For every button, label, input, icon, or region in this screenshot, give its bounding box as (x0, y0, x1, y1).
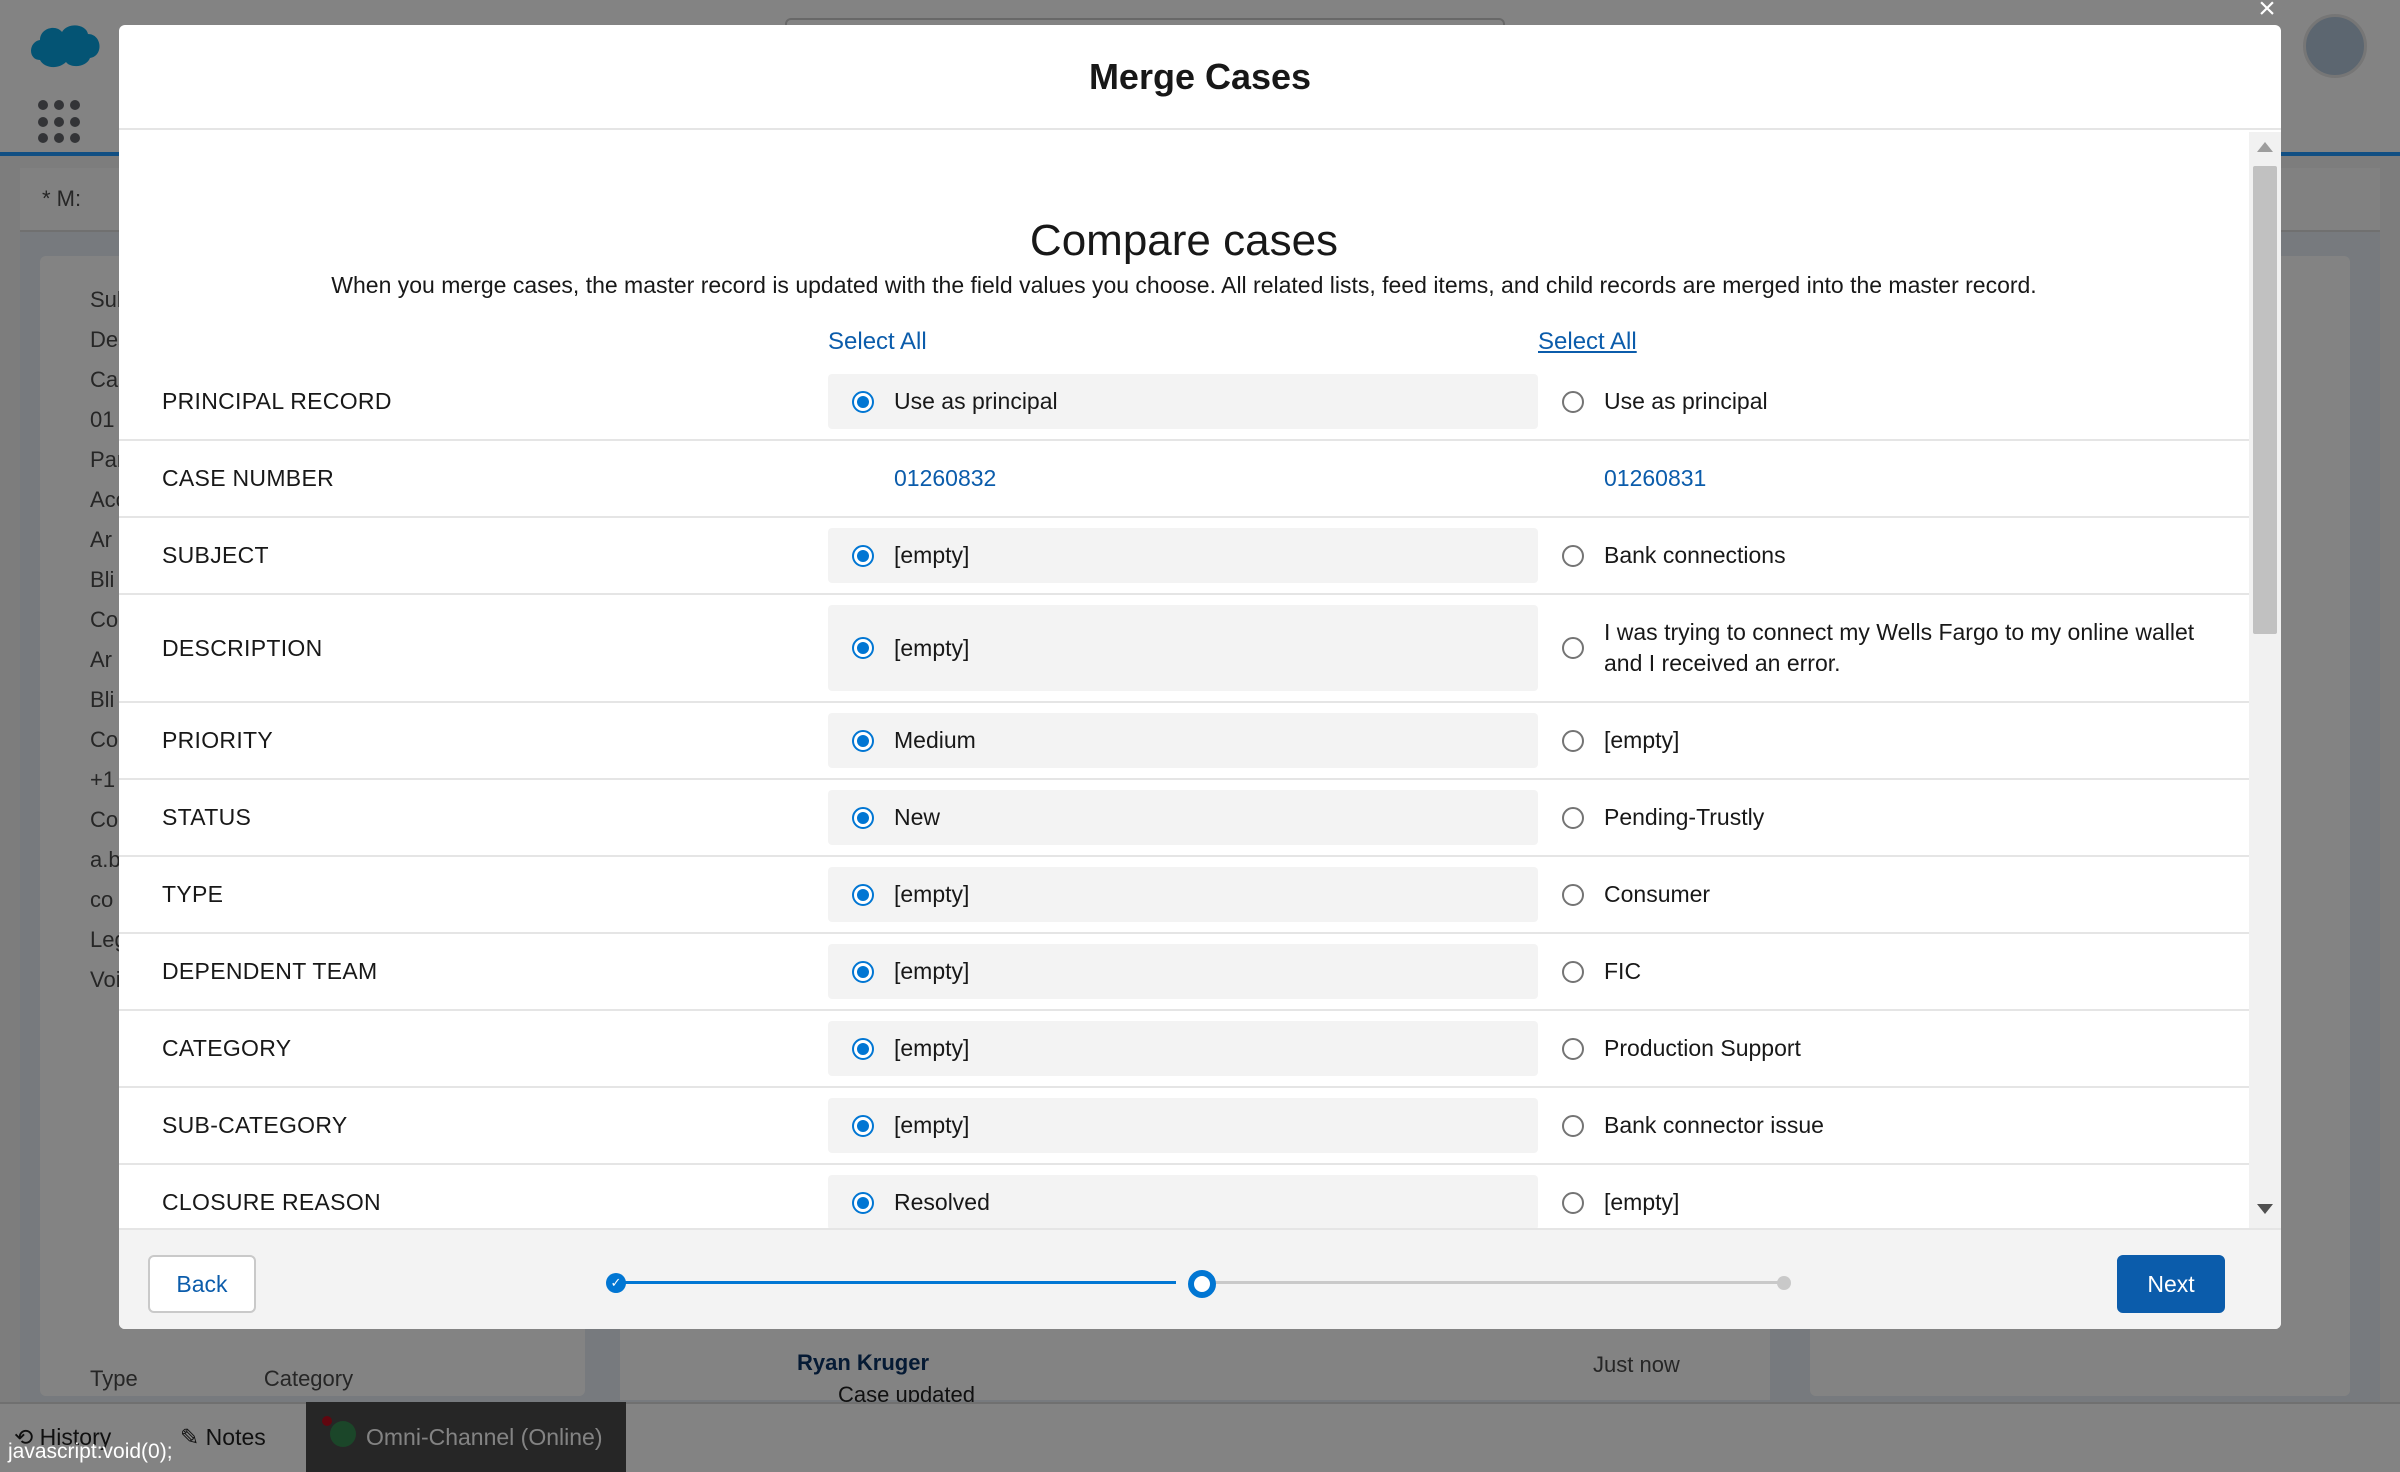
field-label: STATUS (162, 804, 252, 830)
radio-b[interactable] (1562, 637, 1584, 659)
radio-a-checked[interactable] (852, 1191, 874, 1214)
select-all-link-a[interactable]: Select All (828, 328, 927, 356)
radio-a-checked[interactable] (852, 544, 874, 567)
table-row: DESCRIPTION [empty] I was trying to conn… (119, 595, 2249, 703)
option-b-cell[interactable]: Pending-Trustly (1538, 780, 2249, 855)
option-b-cell[interactable]: I was trying to connect my Wells Fargo t… (1538, 595, 2249, 701)
radio-b[interactable] (1562, 729, 1584, 752)
merge-cases-modal: Merge Cases Compare cases When you merge… (119, 25, 2281, 1329)
option-a-cell[interactable]: Use as principal (828, 364, 1538, 439)
compare-title: Compare cases (1029, 216, 1339, 265)
radio-a-checked[interactable] (852, 1114, 874, 1137)
case-number-a[interactable]: 01260832 (828, 441, 1538, 516)
option-a-cell[interactable]: [empty] (828, 595, 1538, 701)
table-row: PRINCIPAL RECORD Use as principal Use as… (119, 364, 2249, 441)
next-button[interactable]: Next (2117, 1255, 2225, 1313)
field-label: TYPE (162, 881, 224, 907)
modal-title: Merge Cases (1088, 55, 1312, 97)
radio-a-checked[interactable] (852, 637, 874, 659)
option-a-cell[interactable]: New (828, 780, 1538, 855)
field-label: SUB-CATEGORY (162, 1112, 348, 1138)
option-b-cell[interactable]: Consumer (1538, 857, 2249, 932)
radio-a-checked[interactable] (852, 883, 874, 906)
step-complete-check-icon: ✓ (606, 1273, 626, 1293)
case-number-b[interactable]: 01260831 (1538, 441, 2249, 516)
field-label: PRINCIPAL RECORD (162, 388, 392, 414)
radio-b[interactable] (1562, 390, 1584, 413)
field-label: CASE NUMBER (162, 465, 334, 491)
modal-header: Merge Cases (119, 25, 2281, 130)
radio-b[interactable] (1562, 1037, 1584, 1060)
field-label: SUBJECT (162, 542, 269, 568)
option-b-cell[interactable]: Bank connections (1538, 518, 2249, 593)
radio-a-checked[interactable] (852, 1037, 874, 1060)
modal-footer: Back ✓ Next (119, 1228, 2281, 1329)
radio-b[interactable] (1562, 806, 1584, 829)
option-b-cell[interactable]: Production Support (1538, 1011, 2249, 1086)
compare-description: When you merge cases, the master record … (331, 272, 2037, 298)
option-a-cell[interactable]: [empty] (828, 1011, 1538, 1086)
table-row: PRIORITY Medium [empty] (119, 703, 2249, 780)
scroll-thumb[interactable] (2253, 166, 2277, 634)
option-b-cell[interactable]: Bank connector issue (1538, 1088, 2249, 1163)
select-all-link-b[interactable]: Select All (1538, 328, 1637, 356)
step-current-indicator (1188, 1270, 1216, 1298)
close-icon[interactable]: × (2252, 0, 2282, 24)
field-label: DEPENDENT TEAM (162, 958, 378, 984)
scroll-up-icon[interactable] (2257, 142, 2273, 152)
table-row: STATUS New Pending-Trustly (119, 780, 2249, 857)
field-label: CLOSURE REASON (162, 1189, 381, 1215)
progress-track-remaining (1201, 1281, 1781, 1284)
radio-a-checked[interactable] (852, 390, 874, 413)
table-row: CASE NUMBER 01260832 01260831 (119, 441, 2249, 518)
radio-b[interactable] (1562, 960, 1584, 983)
comparison-table: PRINCIPAL RECORD Use as principal Use as… (119, 364, 2249, 1228)
option-b-cell[interactable]: [empty] (1538, 1165, 2249, 1228)
step-upcoming-indicator (1777, 1276, 1791, 1290)
radio-b[interactable] (1562, 1114, 1584, 1137)
back-button[interactable]: Back (148, 1255, 256, 1313)
scroll-down-icon[interactable] (2257, 1204, 2273, 1214)
field-label: DESCRIPTION (162, 634, 323, 661)
option-a-cell[interactable]: [empty] (828, 518, 1538, 593)
radio-b[interactable] (1562, 544, 1584, 567)
table-row: DEPENDENT TEAM [empty] FIC (119, 934, 2249, 1011)
table-row: SUB-CATEGORY [empty] Bank connector issu… (119, 1088, 2249, 1165)
radio-a-checked[interactable] (852, 960, 874, 983)
radio-a-checked[interactable] (852, 806, 874, 829)
option-b-cell[interactable]: [empty] (1538, 703, 2249, 778)
option-b-cell[interactable]: Use as principal (1538, 364, 2249, 439)
radio-b[interactable] (1562, 883, 1584, 906)
field-label: PRIORITY (162, 727, 274, 753)
table-row: TYPE [empty] Consumer (119, 857, 2249, 934)
option-a-cell[interactable]: [empty] (828, 1088, 1538, 1163)
field-label: CATEGORY (162, 1035, 292, 1061)
status-bar-link: javascript:void(0); (8, 1440, 173, 1463)
radio-a-checked[interactable] (852, 729, 874, 752)
table-row: CATEGORY [empty] Production Support (119, 1011, 2249, 1088)
progress-track-complete (614, 1281, 1176, 1284)
option-a-cell[interactable]: Resolved (828, 1165, 1538, 1228)
table-row: CLOSURE REASON Resolved [empty] (119, 1165, 2249, 1228)
modal-scrollbar[interactable] (2249, 132, 2281, 1228)
option-b-cell[interactable]: FIC (1538, 934, 2249, 1009)
option-a-cell[interactable]: [empty] (828, 934, 1538, 1009)
modal-body: Compare cases When you merge cases, the … (119, 132, 2249, 1228)
table-row: SUBJECT [empty] Bank connections (119, 518, 2249, 595)
option-a-cell[interactable]: [empty] (828, 857, 1538, 932)
option-a-cell[interactable]: Medium (828, 703, 1538, 778)
radio-b[interactable] (1562, 1191, 1584, 1214)
